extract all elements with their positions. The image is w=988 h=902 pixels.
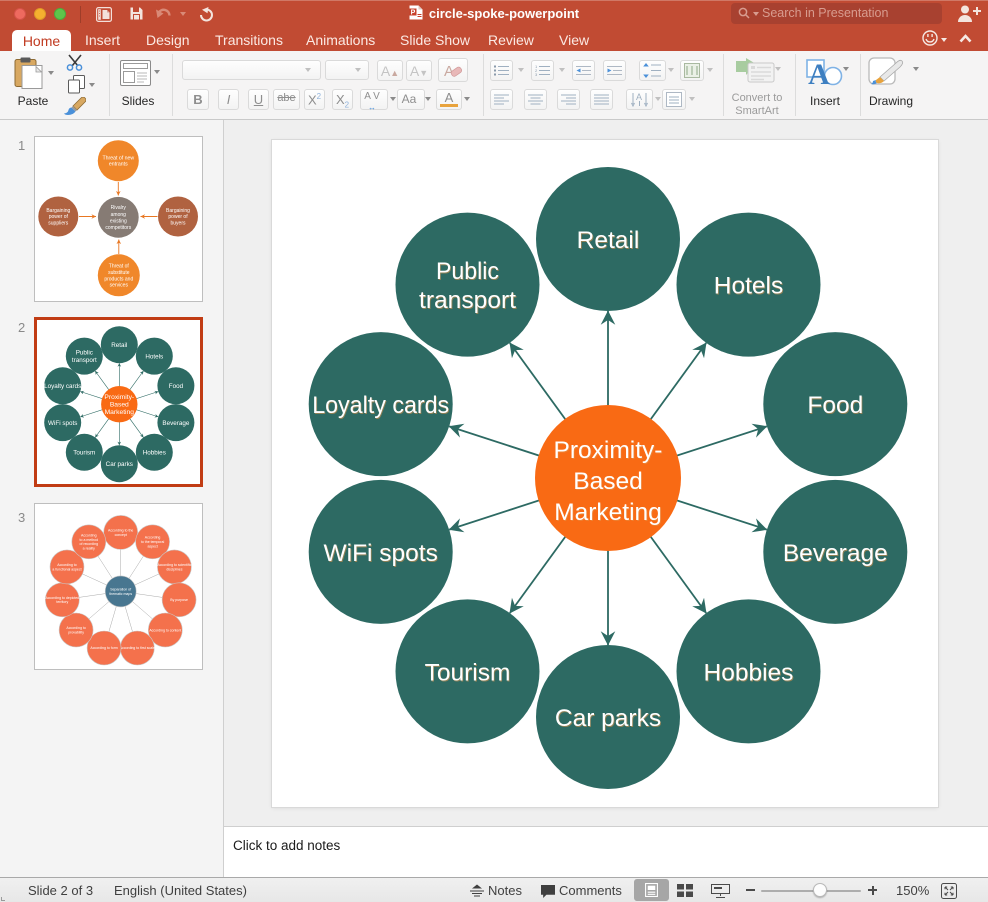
svg-text:According to first scale: According to first scale	[120, 646, 155, 650]
svg-text:Loyalty cards: Loyalty cards	[312, 392, 449, 419]
svg-text:territory: territory	[56, 600, 68, 604]
svg-text:Threat of: Threat of	[109, 264, 130, 270]
svg-text:Car parks: Car parks	[106, 461, 133, 468]
svg-text:Based: Based	[110, 402, 129, 409]
svg-text:Hobbies: Hobbies	[143, 450, 166, 457]
svg-text:3: 3	[535, 72, 538, 76]
svg-text:Retail: Retail	[111, 342, 127, 349]
svg-text:substitute: substitute	[108, 270, 130, 276]
svg-text:P: P	[411, 10, 416, 17]
svg-text:A: A	[808, 58, 830, 88]
svg-text:Proximity-: Proximity-	[554, 437, 663, 464]
svg-text:products and: products and	[104, 276, 133, 282]
svg-text:Threat of new: Threat of new	[102, 155, 134, 161]
svg-text:Food: Food	[169, 383, 184, 390]
svg-text:Beverage: Beverage	[783, 540, 888, 567]
svg-text:buyers: buyers	[170, 221, 186, 227]
svg-text:By purpose: By purpose	[170, 598, 188, 602]
svg-text:Public: Public	[436, 258, 499, 285]
svg-text:Tourism: Tourism	[425, 659, 511, 686]
svg-text:Car parks: Car parks	[555, 705, 661, 732]
svg-text:thematic maps: thematic maps	[109, 592, 132, 596]
svg-text:disciplines: disciplines	[166, 567, 182, 571]
svg-text:a functional aspect: a functional aspect	[52, 567, 81, 571]
svg-text:power of: power of	[49, 214, 69, 220]
svg-text:Beverage: Beverage	[162, 420, 189, 427]
svg-text:existing: existing	[110, 218, 127, 224]
svg-text:concept: concept	[115, 533, 127, 537]
svg-text:Rivalry: Rivalry	[111, 205, 127, 211]
svg-text:Bargaining: Bargaining	[46, 208, 70, 214]
svg-text:Tourism: Tourism	[73, 450, 95, 457]
svg-text:Based: Based	[573, 468, 642, 495]
svg-text:transport: transport	[72, 357, 97, 364]
svg-text:services: services	[110, 283, 129, 289]
svg-text:Food: Food	[807, 392, 863, 419]
svg-text:Hobbies: Hobbies	[704, 659, 794, 686]
svg-text:a reality: a reality	[83, 546, 96, 550]
svg-text:Hotels: Hotels	[714, 273, 783, 300]
svg-text:Hotels: Hotels	[145, 353, 163, 360]
svg-text:Proximity-: Proximity-	[104, 394, 134, 401]
svg-text:power of: power of	[168, 214, 188, 220]
svg-text:Bargaining: Bargaining	[166, 208, 190, 214]
svg-text:Retail: Retail	[577, 227, 640, 254]
svg-text:WiFi spots: WiFi spots	[324, 540, 438, 567]
svg-text:According to content: According to content	[149, 628, 181, 632]
svg-text:Loyalty cards: Loyalty cards	[44, 383, 81, 390]
svg-text:suppliers: suppliers	[48, 221, 69, 227]
svg-text:A: A	[636, 92, 642, 102]
svg-text:Marketing: Marketing	[554, 499, 662, 526]
svg-text:According to form: According to form	[90, 646, 118, 650]
svg-text:Marketing: Marketing	[105, 409, 135, 416]
svg-text:aspect: aspect	[147, 544, 157, 548]
svg-text:WiFi spots: WiFi spots	[48, 420, 77, 427]
svg-text:provability: provability	[68, 630, 84, 634]
svg-text:among: among	[111, 212, 127, 218]
svg-text:Public: Public	[76, 350, 93, 357]
svg-text:entrants: entrants	[109, 162, 128, 168]
svg-text:transport: transport	[419, 287, 516, 314]
svg-text:competitors: competitors	[105, 225, 131, 231]
